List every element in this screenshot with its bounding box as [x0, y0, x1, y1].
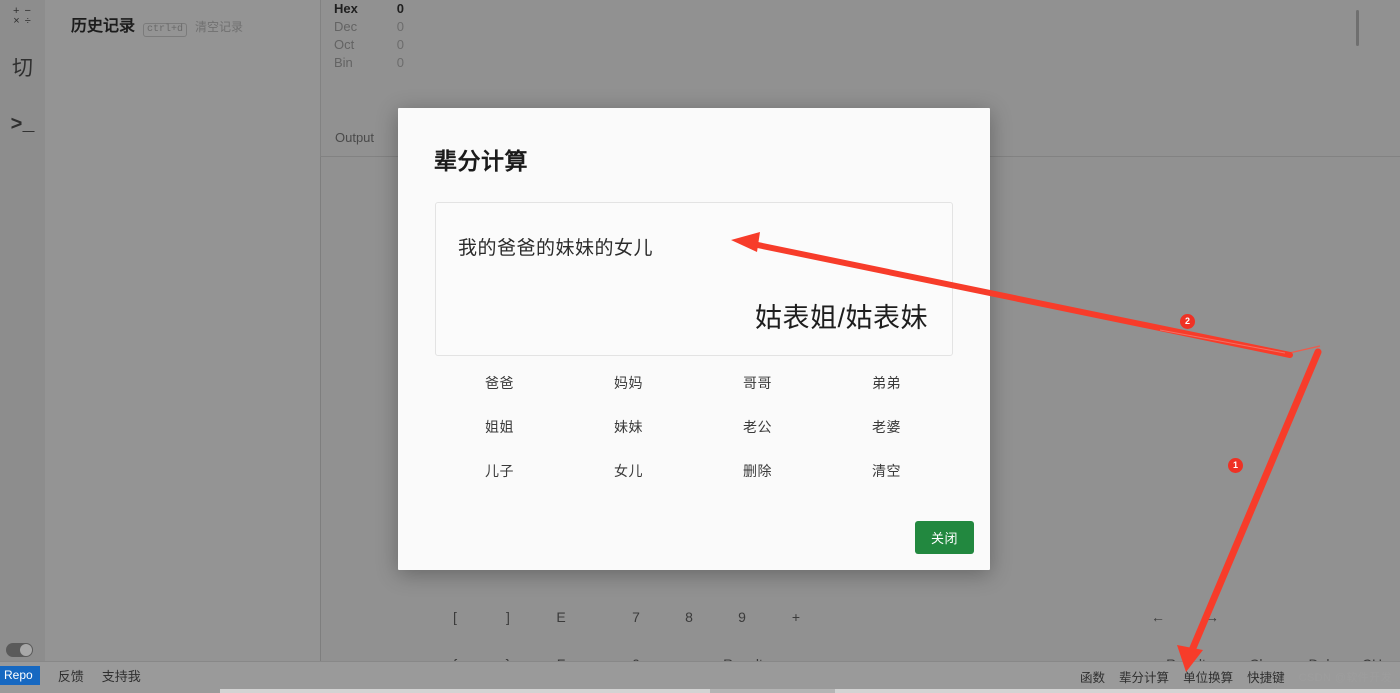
readout-row-hex: Hex 0: [334, 0, 404, 18]
readout-row-dec: Dec 0: [334, 18, 404, 36]
key-e[interactable]: E: [556, 609, 565, 625]
theme-toggle[interactable]: [6, 643, 33, 657]
readout-label-hex: Hex: [334, 0, 358, 18]
readout-label-dec: Dec: [334, 18, 357, 36]
clear-history-button[interactable]: 清空记录: [195, 18, 243, 35]
kinship-button-delete[interactable]: 删除: [693, 462, 822, 480]
menu-item-shortcuts[interactable]: 快捷键: [1247, 667, 1285, 686]
history-title: 历史记录: [71, 12, 135, 36]
calculator-app-window: + − × ÷ 切 >_ 历史记录 ctrl+d 清空记录 Hex 0 Dec …: [0, 0, 1400, 693]
kinship-button-daughter[interactable]: 女儿: [564, 462, 693, 480]
output-label: Output: [335, 130, 374, 145]
menu-item-functions[interactable]: 函数: [1080, 667, 1105, 686]
left-icon-rail: + − × ÷ 切 >_: [0, 0, 46, 661]
kinship-button-mother[interactable]: 妈妈: [564, 374, 693, 392]
history-shortcut-badge: ctrl+d: [143, 23, 187, 37]
key-arrow-right[interactable]: →: [1205, 609, 1219, 625]
kinship-button-grid: 爸爸 妈妈 哥哥 弟弟 姐姐 妹妹 老公 老婆 儿子 女儿 删除 清空: [435, 374, 951, 480]
readout-value-hex: 0: [392, 0, 404, 18]
status-bar-right-group: 函数 辈分计算 单位换算 快捷键 CSDN @软件开发: [1080, 667, 1392, 686]
readout-value-bin: 0: [392, 54, 404, 72]
history-panel: 历史记录 ctrl+d 清空记录: [45, 0, 321, 661]
kinship-button-clear[interactable]: 清空: [822, 462, 951, 480]
kinship-button-younger-brother[interactable]: 弟弟: [822, 374, 951, 392]
readout-row-oct: Oct 0: [334, 36, 404, 54]
key-bracket-open[interactable]: [: [453, 609, 457, 625]
readout-row-bin: Bin 0: [334, 54, 404, 72]
kinship-button-younger-sister[interactable]: 妹妹: [564, 418, 693, 436]
readout-value-dec: 0: [392, 18, 404, 36]
readout-label-oct: Oct: [334, 36, 354, 54]
status-bar-left-group: Repo 反馈 支持我: [0, 666, 141, 685]
kinship-button-son[interactable]: 儿子: [435, 462, 564, 480]
menu-item-unit-convert[interactable]: 单位换算: [1183, 667, 1233, 686]
close-dialog-button[interactable]: 关闭: [915, 521, 974, 554]
readout-value-oct: 0: [392, 36, 404, 54]
key-9[interactable]: 9: [738, 609, 746, 625]
kinship-button-husband[interactable]: 老公: [693, 418, 822, 436]
watermark-text: CSDN @软件开发: [1299, 669, 1392, 685]
key-arrow-left[interactable]: ←: [1151, 609, 1165, 625]
key-bracket-close[interactable]: ]: [506, 609, 510, 625]
dialog-title: 辈分计算: [434, 142, 528, 176]
readout-label-bin: Bin: [334, 54, 353, 72]
key-8[interactable]: 8: [685, 609, 693, 625]
status-bar: Repo 反馈 支持我 函数 辈分计算 单位换算 快捷键 CSDN @软件开发: [0, 661, 1400, 693]
workspace-left-divider: [320, 0, 321, 156]
terminal-icon[interactable]: >_: [0, 116, 45, 136]
keypad: [ ] E 7 8 9 + { } F 0 Result ← → Result …: [320, 596, 1400, 661]
kinship-button-wife[interactable]: 老婆: [822, 418, 951, 436]
kinship-expression: 我的爸爸的妹妹的女儿: [458, 233, 653, 260]
workspace-vertical-scrollbar[interactable]: [1356, 10, 1359, 46]
support-link[interactable]: 支持我: [102, 666, 141, 685]
feedback-link[interactable]: 反馈: [58, 666, 84, 685]
horizontal-scrollbar-thumb[interactable]: [710, 689, 835, 693]
kinship-display[interactable]: 我的爸爸的妹妹的女儿 姑表姐/姑表妹: [435, 202, 953, 356]
menu-item-kinship-calc[interactable]: 辈分计算: [1119, 667, 1169, 686]
calculator-icon[interactable]: + − × ÷: [0, 6, 45, 27]
kinship-result: 姑表姐/姑表妹: [755, 296, 928, 335]
kinship-button-father[interactable]: 爸爸: [435, 374, 564, 392]
repo-badge[interactable]: Repo: [0, 666, 40, 685]
horizontal-scrollbar[interactable]: [220, 689, 1400, 693]
history-header: 历史记录 ctrl+d 清空记录: [71, 12, 243, 37]
key-7[interactable]: 7: [632, 609, 640, 625]
calculator-icon-bottom-row: × ÷: [0, 16, 45, 27]
kinship-button-older-sister[interactable]: 姐姐: [435, 418, 564, 436]
kinship-button-older-brother[interactable]: 哥哥: [693, 374, 822, 392]
base-readouts: Hex 0 Dec 0 Oct 0 Bin 0: [334, 0, 404, 72]
dialog-footer: 关闭: [915, 521, 974, 554]
chinese-char-icon[interactable]: 切: [0, 58, 45, 79]
kinship-calculator-dialog: 辈分计算 我的爸爸的妹妹的女儿 姑表姐/姑表妹 爸爸 妈妈 哥哥 弟弟 姐姐 妹…: [398, 108, 990, 570]
key-plus[interactable]: +: [792, 609, 800, 625]
